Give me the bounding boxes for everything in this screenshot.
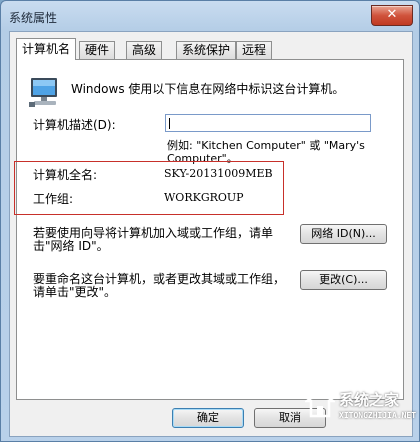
computer-description-input[interactable]	[165, 114, 371, 132]
title-bar[interactable]: 系统属性 ✕	[1, 1, 419, 31]
close-button[interactable]: ✕	[371, 5, 413, 26]
intro-text: Windows 使用以下信息在网络中标识这台计算机。	[71, 82, 345, 96]
monitor-icon	[29, 78, 57, 107]
tab-hardware[interactable]: 硬件	[79, 41, 116, 59]
watermark-url: XITONGZHIJIA.NET	[339, 411, 417, 420]
close-icon: ✕	[386, 7, 398, 22]
full-name-label: 计算机全名:	[33, 168, 98, 182]
tab-system-protection[interactable]: 系统保护	[176, 41, 237, 59]
change-button[interactable]: 更改(C)...	[300, 270, 387, 290]
workgroup-value: WORKGROUP	[164, 191, 244, 204]
workgroup-label: 工作组:	[33, 192, 74, 206]
tab-panel-computer-name: Windows 使用以下信息在网络中标识这台计算机。 计算机描述(D): 例如:…	[14, 59, 404, 400]
dialog-client-area: 计算机名 硬件 高级 系统保护 远程 Windows 使用以下信息在网络中标识这…	[9, 31, 413, 437]
text-caret	[169, 118, 170, 129]
tab-remote[interactable]: 远程	[236, 41, 273, 59]
watermark: 系统之家 XITONGZHIJIA.NET	[299, 381, 417, 437]
watermark-text: 系统之家	[339, 391, 400, 409]
window-title: 系统属性	[9, 11, 58, 25]
network-id-text-line2: 击"网络 ID"。	[33, 239, 109, 253]
full-name-value: SKY-20131009MEB	[164, 167, 273, 180]
watermark-logo-icon	[305, 389, 335, 418]
rename-text-line2: 请单击"更改"。	[33, 285, 117, 299]
description-label: 计算机描述(D):	[33, 118, 116, 132]
network-id-button[interactable]: 网络 ID(N)...	[300, 224, 387, 244]
tab-computer-name[interactable]: 计算机名	[16, 38, 77, 60]
system-properties-window: 系统属性 ✕ 计算机名 硬件 高级 系统保护 远程 Windows 使用以下信息…	[0, 0, 420, 442]
ok-button[interactable]: 确定	[172, 408, 244, 428]
tab-advanced[interactable]: 高级	[126, 41, 163, 59]
